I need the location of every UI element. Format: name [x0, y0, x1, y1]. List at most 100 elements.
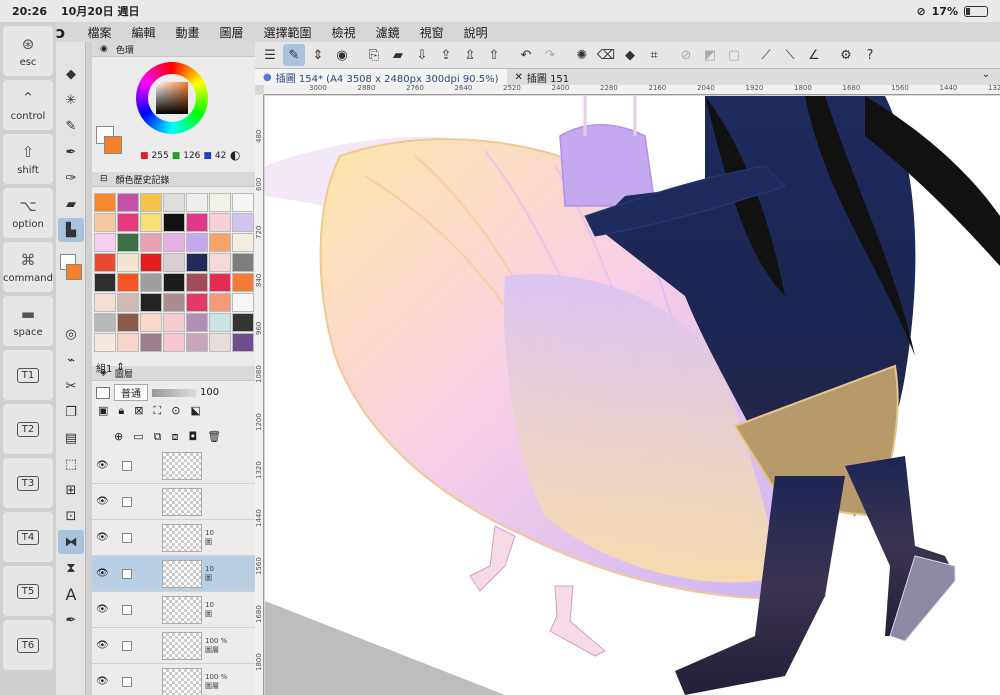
new-file-icon[interactable]: ⎘: [363, 44, 385, 66]
transform-icon[interactable]: ⬚: [58, 452, 84, 476]
crop-icon[interactable]: ⌗: [643, 44, 665, 66]
esc-key[interactable]: ⊛ esc: [3, 26, 53, 76]
add-layer-icon[interactable]: ⊕: [114, 430, 123, 444]
palette-swatch[interactable]: [94, 333, 116, 352]
tab-other-document[interactable]: ✕ 插圖 151: [507, 69, 578, 85]
palette-swatch[interactable]: [209, 193, 231, 212]
text-icon[interactable]: A: [58, 582, 84, 606]
fill-icon[interactable]: ◆: [619, 44, 641, 66]
palette-swatch[interactable]: [209, 233, 231, 252]
folder-icon[interactable]: ▭: [133, 430, 143, 444]
palette-swatch[interactable]: [186, 253, 208, 272]
new-layer-icon[interactable]: ▣: [98, 404, 108, 418]
palette-swatch[interactable]: [94, 313, 116, 332]
space-key[interactable]: ▬ space: [3, 296, 53, 346]
palette-swatch[interactable]: [186, 313, 208, 332]
palette-swatch[interactable]: [140, 293, 162, 312]
t2-key[interactable]: T2: [3, 404, 53, 454]
eye-icon[interactable]: 👁︎: [96, 496, 110, 507]
menu-filter[interactable]: 濾鏡: [376, 24, 400, 41]
palette-swatch[interactable]: [94, 193, 116, 212]
palette-swatch[interactable]: [140, 333, 162, 352]
redo-icon[interactable]: ↷: [539, 44, 561, 66]
palette-swatch[interactable]: [209, 293, 231, 312]
palette-swatch[interactable]: [94, 233, 116, 252]
mask-icon[interactable]: ⬕: [190, 404, 200, 418]
layer-checkbox[interactable]: [122, 532, 132, 543]
select-pen-icon[interactable]: ✎: [283, 44, 305, 66]
color-panel-tab[interactable]: ◉ 色環: [92, 42, 255, 57]
palette-swatch[interactable]: [232, 313, 254, 332]
palette-swatch[interactable]: [209, 333, 231, 352]
t5-key[interactable]: T5: [3, 566, 53, 616]
palette-swatch[interactable]: [232, 253, 254, 272]
palette-swatch[interactable]: [140, 253, 162, 272]
help-icon[interactable]: ?: [859, 44, 881, 66]
palette-swatch[interactable]: [163, 253, 185, 272]
palette-swatch[interactable]: [186, 233, 208, 252]
layer-checkbox[interactable]: [122, 676, 132, 687]
ruler-icon[interactable]: ⟋: [755, 44, 777, 66]
shift-key[interactable]: ⇧ shift: [3, 134, 53, 184]
layer-checkbox[interactable]: [122, 496, 132, 507]
palette-swatch[interactable]: [209, 213, 231, 232]
palette-swatch[interactable]: [140, 313, 162, 332]
layer-row[interactable]: 👁︎: [92, 484, 255, 520]
flip-horizontal-icon[interactable]: ⧓: [58, 530, 84, 554]
trash-icon[interactable]: 🗑︎: [207, 430, 221, 444]
eye-icon[interactable]: 👁︎: [96, 532, 110, 543]
free-transform-icon[interactable]: ⊡: [58, 504, 84, 528]
layer-checkbox[interactable]: [122, 460, 132, 471]
paste-icon[interactable]: ▤: [58, 426, 84, 450]
palette-swatch[interactable]: [163, 333, 185, 352]
palette-swatch[interactable]: [117, 273, 139, 292]
cut-icon[interactable]: ✂: [58, 374, 84, 398]
brush-icon[interactable]: ✑: [58, 166, 84, 190]
eye-icon[interactable]: 👁︎: [96, 640, 110, 651]
mesh-icon[interactable]: ⊞: [58, 478, 84, 502]
main-sub-color[interactable]: [96, 126, 126, 156]
menu-animation[interactable]: 動畫: [176, 24, 200, 41]
copy-icon[interactable]: ❐: [58, 400, 84, 424]
app-logo-icon[interactable]: ↄ: [56, 23, 65, 42]
invert-selection-icon[interactable]: ◩: [699, 44, 721, 66]
target-icon[interactable]: ◎: [58, 322, 84, 346]
menu-selection[interactable]: 選擇範圍: [264, 24, 312, 41]
palette-swatch[interactable]: [94, 293, 116, 312]
palette-icon[interactable]: ◉: [331, 44, 353, 66]
command-key[interactable]: ⌘ command: [3, 242, 53, 292]
deselect-icon[interactable]: ⊘: [675, 44, 697, 66]
merge-icon[interactable]: ⧉: [154, 430, 162, 444]
t1-key[interactable]: T1: [3, 350, 53, 400]
color-swatch[interactable]: [60, 254, 82, 298]
color-history-tab[interactable]: ⊟ 顏色歷史記錄: [92, 172, 255, 187]
export2-icon[interactable]: ⇫: [459, 44, 481, 66]
open-folder-icon[interactable]: ▰: [387, 44, 409, 66]
t6-key[interactable]: T6: [3, 620, 53, 670]
menu-file[interactable]: 檔案: [87, 24, 111, 41]
palette-swatch[interactable]: [140, 213, 162, 232]
palette-swatch[interactable]: [232, 293, 254, 312]
palette-swatch[interactable]: [209, 273, 231, 292]
color-mode-icon[interactable]: ◐: [230, 148, 240, 162]
lock-transparency-icon[interactable]: ⊠: [134, 404, 143, 418]
menu-help[interactable]: 說明: [464, 24, 488, 41]
layer-row[interactable]: 👁︎ 100 % 圖層: [92, 664, 255, 695]
palette-swatch[interactable]: [163, 313, 185, 332]
loading-icon[interactable]: ✺: [571, 44, 593, 66]
palette-swatch[interactable]: [117, 233, 139, 252]
close-icon[interactable]: ✕: [515, 72, 523, 83]
layer-property-icon[interactable]: ⌁: [58, 348, 84, 372]
export-icon[interactable]: ⇪: [435, 44, 457, 66]
color-wheel[interactable]: [136, 62, 208, 134]
selection-border-icon[interactable]: ▢: [723, 44, 745, 66]
layer-row[interactable]: 👁︎ 100 % 圖層: [92, 628, 255, 664]
menu-edit[interactable]: 編輯: [132, 24, 156, 41]
palette-swatch[interactable]: [186, 193, 208, 212]
palette-swatch[interactable]: [163, 233, 185, 252]
palette-swatch[interactable]: [94, 273, 116, 292]
palette-swatch[interactable]: [186, 293, 208, 312]
palette-swatch[interactable]: [163, 213, 185, 232]
pen-tool-icon[interactable]: ✒: [58, 608, 84, 632]
layer-checkbox[interactable]: [122, 604, 132, 615]
